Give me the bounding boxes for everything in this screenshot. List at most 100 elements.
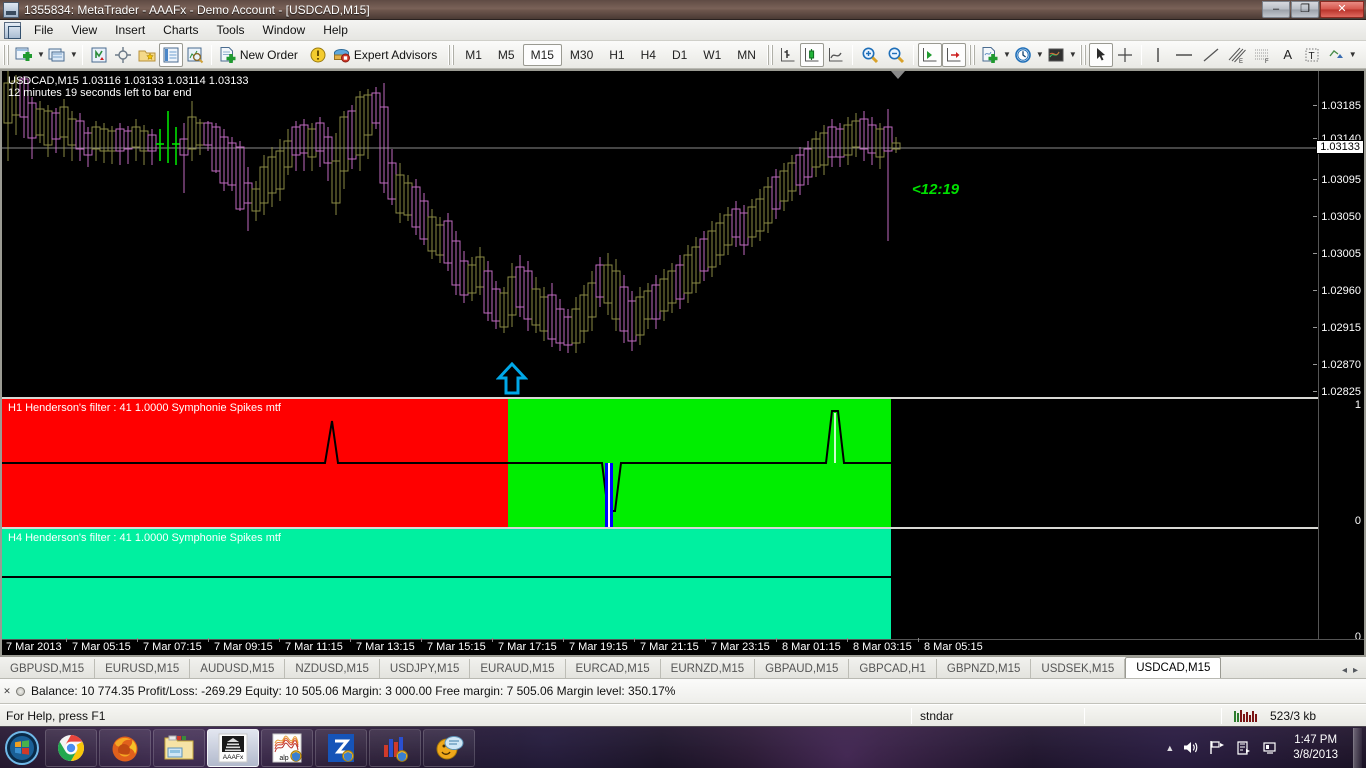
strategy-tester-button[interactable] [183, 43, 207, 67]
vertical-line-button[interactable] [1146, 43, 1170, 67]
chart-tab-eurnzd[interactable]: EURNZD,M15 [661, 659, 756, 678]
chart-shift-button[interactable] [917, 42, 942, 67]
menu-item-help[interactable]: Help [314, 21, 357, 39]
close-button[interactable]: ✕ [1320, 1, 1364, 18]
toolbar-grip[interactable] [3, 44, 9, 65]
candlestick-chart-button[interactable] [799, 42, 824, 67]
toolbar-grip[interactable] [1079, 44, 1086, 65]
chart-tab-gbpcad[interactable]: GBPCAD,H1 [849, 659, 937, 678]
text-label-button[interactable]: T [1300, 43, 1324, 67]
toolbar-grip[interactable] [448, 44, 455, 65]
timeframe-h1[interactable]: H1 [601, 44, 632, 66]
new-order-button[interactable]: New Order [216, 43, 306, 67]
market-watch-button[interactable] [87, 43, 111, 67]
chart-tab-usdcad[interactable]: USDCAD,M15 [1125, 657, 1222, 678]
timeframe-d1[interactable]: D1 [664, 44, 695, 66]
timeframe-m1[interactable]: M1 [457, 44, 490, 66]
zoom-out-button[interactable] [883, 43, 909, 67]
toolbar-grip[interactable] [766, 44, 773, 65]
shapes-dropdown-arrow[interactable]: ▼ [1348, 50, 1357, 59]
network-icon[interactable] [1209, 740, 1226, 755]
fibonacci-button[interactable]: F [1250, 43, 1276, 67]
menu-item-insert[interactable]: Insert [106, 21, 154, 39]
menu-item-window[interactable]: Window [254, 21, 315, 39]
explorer-taskbar-button[interactable] [153, 728, 205, 767]
chrome-taskbar-button[interactable] [45, 728, 97, 767]
chart-tab-eurusd[interactable]: EURUSD,M15 [95, 659, 191, 678]
timeframe-m5[interactable]: M5 [490, 44, 523, 66]
terminal-close-icon[interactable]: ✕ [0, 685, 14, 697]
zulutrade-taskbar-button[interactable] [315, 728, 367, 767]
price-axis[interactable]: 1.03185 1.03140 1.03133 1.03095 1.03050 … [1313, 71, 1364, 655]
tab-scroll-right-icon[interactable]: ▸ [1353, 665, 1358, 676]
tab-scroll-left-icon[interactable]: ◂ [1342, 665, 1347, 676]
firefox-taskbar-button[interactable] [99, 728, 151, 767]
volume-icon[interactable] [1183, 740, 1200, 755]
price-panel[interactable]: USDCAD,M15 1.03116 1.03133 1.03114 1.031… [2, 71, 1364, 397]
profiles-button[interactable] [45, 43, 69, 67]
toolbar-grip[interactable] [968, 44, 975, 65]
horizontal-line-button[interactable] [1170, 43, 1198, 67]
show-desktop-button[interactable] [1353, 727, 1362, 768]
zoom-in-button[interactable] [857, 43, 883, 67]
equidistant-channel-button[interactable]: E [1224, 43, 1250, 67]
timeframe-w1[interactable]: W1 [695, 44, 729, 66]
action-center-icon[interactable] [1235, 740, 1252, 756]
auto-scroll-button[interactable] [941, 42, 966, 67]
indicator-panel-h1[interactable]: H1 Henderson's filter : 41 1.0000 Sympho… [2, 399, 1364, 527]
timeframe-h4[interactable]: H4 [633, 44, 664, 66]
periods-dropdown-arrow[interactable]: ▼ [1035, 50, 1044, 59]
indicators-dropdown-arrow[interactable]: ▼ [1002, 50, 1011, 59]
bar-chart-button[interactable] [776, 43, 800, 67]
timeframe-m30[interactable]: M30 [562, 44, 601, 66]
chart-window[interactable]: USDCAD,M15 1.03116 1.03133 1.03114 1.031… [0, 69, 1366, 657]
chart-tab-nzdusd[interactable]: NZDUSD,M15 [285, 659, 380, 678]
window-controls[interactable]: – ❐ ✕ [1262, 1, 1364, 18]
chart-tab-euraud[interactable]: EURAUD,M15 [470, 659, 566, 678]
alpari-metatrader-taskbar-button[interactable]: alp [261, 728, 313, 767]
shapes-button[interactable] [1324, 43, 1348, 67]
navigator-button[interactable] [111, 43, 135, 67]
chart-tab-gbpaud[interactable]: GBPAUD,M15 [755, 659, 850, 678]
indicator-panel-h4[interactable]: H4 Henderson's filter : 41 1.0000 Sympho… [2, 529, 1364, 643]
maximize-button[interactable]: ❐ [1291, 1, 1319, 18]
alerts-button[interactable] [306, 43, 330, 67]
display-icon[interactable] [1261, 740, 1278, 756]
timeframe-m15[interactable]: M15 [522, 43, 562, 66]
terminal-button[interactable] [158, 42, 183, 67]
chart-tab-usdjpy[interactable]: USDJPY,M15 [380, 659, 471, 678]
window-titlebar[interactable]: 1355834: MetaTrader - AAAFx - Demo Accou… [0, 0, 1366, 20]
cursor-button[interactable] [1088, 42, 1113, 67]
chart-tab-eurcad[interactable]: EURCAD,M15 [566, 659, 661, 678]
time-axis[interactable]: 7 Mar 2013 7 Mar 05:15 7 Mar 07:15 7 Mar… [2, 638, 1364, 655]
chart-canvas[interactable]: USDCAD,M15 1.03116 1.03133 1.03114 1.031… [2, 71, 1364, 655]
menu-item-tools[interactable]: Tools [208, 21, 254, 39]
timeframe-mn[interactable]: MN [729, 44, 764, 66]
chart-tab-gbpusd[interactable]: GBPUSD,M15 [0, 659, 96, 678]
line-chart-button[interactable] [824, 43, 848, 67]
taskbar-clock[interactable]: 1:47 PM 3/8/2013 [1287, 733, 1344, 763]
chart-tab-audusd[interactable]: AUDUSD,M15 [190, 659, 286, 678]
indicators-button[interactable] [978, 43, 1002, 67]
trendline-button[interactable] [1198, 43, 1224, 67]
metatrader-taskbar-button[interactable] [369, 728, 421, 767]
messenger-taskbar-button[interactable] [423, 728, 475, 767]
menu-item-charts[interactable]: Charts [154, 21, 207, 39]
minimize-button[interactable]: – [1262, 1, 1290, 18]
tab-scroll-controls[interactable]: ◂ ▸ [1342, 665, 1366, 678]
text-button[interactable]: A [1276, 43, 1300, 67]
menu-item-view[interactable]: View [62, 21, 106, 39]
show-hidden-icons-button[interactable]: ▲ [1165, 743, 1174, 753]
new-chart-button[interactable] [12, 43, 36, 67]
expert-advisors-button[interactable]: Expert Advisors [330, 43, 445, 67]
templates-dropdown-arrow[interactable]: ▼ [1068, 50, 1077, 59]
menu-item-file[interactable]: File [25, 21, 62, 39]
start-orb-button[interactable] [0, 728, 44, 768]
profiles-dropdown-arrow[interactable]: ▼ [69, 50, 78, 59]
aaafx-metatrader-taskbar-button[interactable]: AAAFx [207, 728, 259, 767]
crosshair-button[interactable] [1113, 43, 1137, 67]
favorites-folder-button[interactable] [135, 43, 159, 67]
periods-button[interactable] [1011, 43, 1035, 67]
new-chart-dropdown-arrow[interactable]: ▼ [36, 50, 45, 59]
chart-tab-gbpnzd[interactable]: GBPNZD,M15 [937, 659, 1032, 678]
